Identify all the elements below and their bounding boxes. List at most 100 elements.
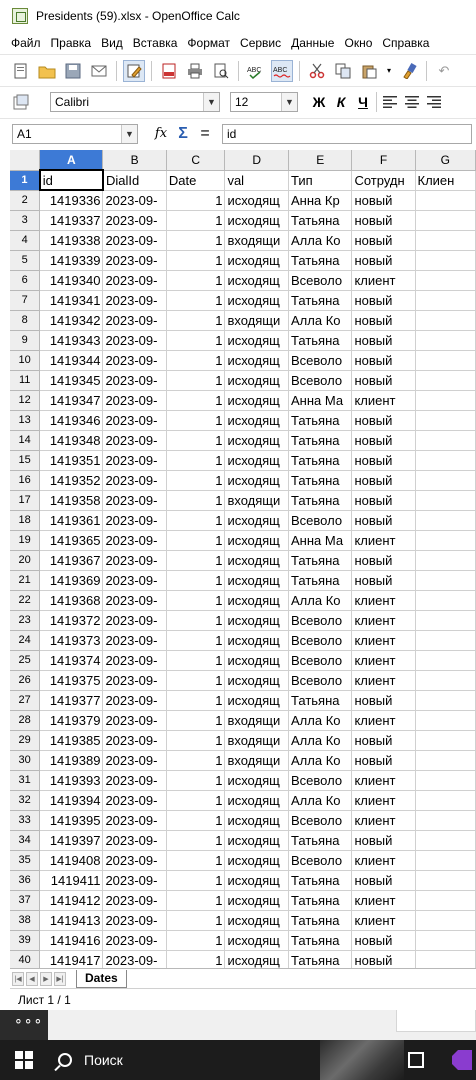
row-header[interactable]: 21 — [10, 570, 41, 591]
select-all-corner[interactable] — [10, 150, 41, 171]
cell[interactable]: исходящ — [224, 550, 290, 571]
cell[interactable]: 1419345 — [39, 370, 104, 391]
column-header-c[interactable]: C — [166, 150, 226, 171]
cell[interactable]: Татьяна — [288, 490, 353, 511]
cell[interactable]: 2023-09- — [102, 230, 167, 251]
cell[interactable]: Всеволо — [288, 630, 353, 651]
cell[interactable]: Татьяна — [288, 570, 353, 591]
cell[interactable] — [415, 690, 476, 711]
cell[interactable] — [415, 490, 476, 511]
cell[interactable]: 2023-09- — [102, 410, 167, 431]
cell[interactable] — [415, 910, 476, 931]
cell[interactable]: Анна Ма — [288, 390, 353, 411]
cell[interactable]: новый — [351, 430, 416, 451]
cell[interactable]: 2023-09- — [102, 210, 167, 231]
cell[interactable]: исходящ — [224, 910, 290, 931]
cell[interactable] — [415, 810, 476, 831]
row-header[interactable]: 28 — [10, 710, 41, 731]
cell[interactable] — [415, 710, 476, 731]
cell[interactable]: клиент — [351, 770, 416, 791]
cell[interactable]: 1419338 — [39, 230, 104, 251]
cell[interactable] — [415, 250, 476, 271]
more-icon[interactable]: ∘∘∘ — [0, 1010, 48, 1040]
cell[interactable]: исходящ — [224, 350, 290, 371]
row-header[interactable]: 15 — [10, 450, 41, 471]
cell[interactable]: клиент — [351, 890, 416, 911]
cell[interactable]: клиент — [351, 630, 416, 651]
sheet-tab-dates[interactable]: Dates — [76, 969, 127, 988]
cell[interactable]: новый — [351, 690, 416, 711]
cell[interactable] — [415, 410, 476, 431]
cell[interactable]: 2023-09- — [102, 670, 167, 691]
row-header[interactable]: 8 — [10, 310, 41, 331]
cell[interactable]: Татьяна — [288, 870, 353, 891]
cell[interactable]: 1419341 — [39, 290, 104, 311]
cell[interactable]: 1 — [166, 490, 226, 511]
email-icon[interactable] — [88, 60, 110, 82]
cell[interactable]: 1419339 — [39, 250, 104, 271]
row-header[interactable]: 33 — [10, 810, 41, 831]
row-header[interactable]: 36 — [10, 870, 41, 891]
cell[interactable]: 1419395 — [39, 810, 104, 831]
cell[interactable]: Алла Ко — [288, 310, 353, 331]
cell[interactable] — [415, 450, 476, 471]
cell[interactable]: Татьяна — [288, 250, 353, 271]
cell[interactable]: исходящ — [224, 790, 290, 811]
cell[interactable]: Татьяна — [288, 830, 353, 851]
paste-icon[interactable] — [358, 60, 380, 82]
cell[interactable]: 1 — [166, 230, 226, 251]
cell[interactable]: 1 — [166, 810, 226, 831]
cell[interactable]: Всеволо — [288, 770, 353, 791]
cell[interactable]: Алла Ко — [288, 790, 353, 811]
cell[interactable]: входящи — [224, 750, 290, 771]
cell[interactable]: Татьяна — [288, 910, 353, 931]
cell[interactable]: новый — [351, 310, 416, 331]
cut-icon[interactable] — [306, 60, 328, 82]
cell[interactable]: 1419375 — [39, 670, 104, 691]
cell[interactable] — [415, 730, 476, 751]
cell[interactable] — [415, 890, 476, 911]
cell[interactable] — [415, 650, 476, 671]
cell[interactable]: 2023-09- — [102, 290, 167, 311]
cell[interactable]: клиент — [351, 910, 416, 931]
cell[interactable]: 1419412 — [39, 890, 104, 911]
row-header[interactable]: 4 — [10, 230, 41, 251]
cell[interactable]: входящи — [224, 710, 290, 731]
cell[interactable] — [415, 870, 476, 891]
cell[interactable]: 2023-09- — [102, 430, 167, 451]
cell[interactable]: val — [224, 170, 290, 191]
cell[interactable]: новый — [351, 510, 416, 531]
cell[interactable]: Татьяна — [288, 930, 353, 951]
cell[interactable]: исходящ — [224, 210, 290, 231]
cell[interactable]: исходящ — [224, 810, 290, 831]
cell[interactable]: 2023-09- — [102, 530, 167, 551]
row-header[interactable]: 32 — [10, 790, 41, 811]
cell[interactable]: 1419367 — [39, 550, 104, 571]
row-header[interactable]: 25 — [10, 650, 41, 671]
cell[interactable]: клиент — [351, 530, 416, 551]
cell[interactable]: Анна Кр — [288, 190, 353, 211]
cell[interactable]: 1419397 — [39, 830, 104, 851]
cell[interactable]: 2023-09- — [102, 870, 167, 891]
font-name-combo[interactable]: Calibri ▼ — [50, 91, 220, 112]
row-header[interactable]: 5 — [10, 250, 41, 271]
row-header[interactable]: 37 — [10, 890, 41, 911]
cell[interactable]: 1 — [166, 710, 226, 731]
row-header[interactable]: 9 — [10, 330, 41, 351]
cell[interactable]: 1 — [166, 250, 226, 271]
cell[interactable]: 1 — [166, 730, 226, 751]
undo-icon[interactable]: ↶ — [433, 60, 455, 82]
cell[interactable]: 2023-09- — [102, 790, 167, 811]
cell[interactable]: 1 — [166, 390, 226, 411]
cell[interactable]: исходящ — [224, 510, 290, 531]
cell[interactable]: 2023-09- — [102, 370, 167, 391]
cell[interactable]: исходящ — [224, 830, 290, 851]
cell[interactable] — [415, 670, 476, 691]
cell[interactable]: 2023-09- — [102, 850, 167, 871]
row-header[interactable]: 14 — [10, 430, 41, 451]
cell[interactable]: 1419347 — [39, 390, 104, 411]
cell[interactable]: 1419336 — [39, 190, 104, 211]
cell[interactable]: 2023-09- — [102, 690, 167, 711]
cell[interactable]: 1 — [166, 190, 226, 211]
cell[interactable]: 1419416 — [39, 930, 104, 951]
